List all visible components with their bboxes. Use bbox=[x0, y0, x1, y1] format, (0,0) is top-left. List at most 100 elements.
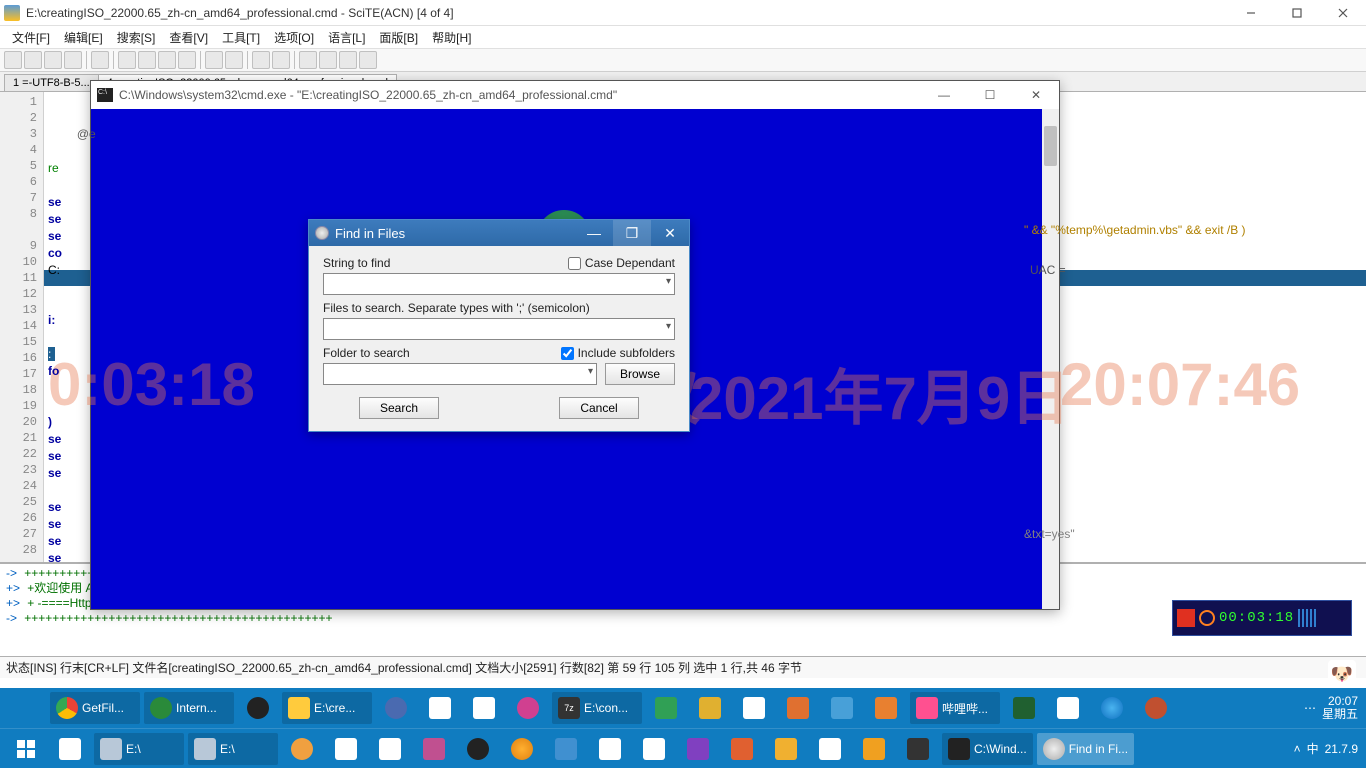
tb-paste[interactable] bbox=[158, 51, 176, 69]
taskbar-drive-2[interactable]: E:\ bbox=[188, 733, 278, 765]
tb-compile[interactable] bbox=[319, 51, 337, 69]
menu-search[interactable]: 搜索[S] bbox=[111, 27, 162, 48]
taskbar-r2-6[interactable] bbox=[590, 733, 630, 765]
case-dependant-checkbox[interactable]: Case Dependant bbox=[568, 256, 675, 270]
menu-options[interactable]: 选项[O] bbox=[268, 27, 320, 48]
cmd-titlebar[interactable]: C:\Windows\system32\cmd.exe - "E:\creati… bbox=[91, 81, 1059, 109]
system-tray[interactable]: ⋯ 20:07 星期五 bbox=[1304, 695, 1366, 721]
taskbar-app-1[interactable] bbox=[376, 692, 416, 724]
taskbar-r2-8[interactable] bbox=[678, 733, 718, 765]
taskbar-app-12[interactable] bbox=[1136, 692, 1176, 724]
taskbar-app-6[interactable] bbox=[690, 692, 730, 724]
search-button[interactable]: Search bbox=[359, 397, 439, 419]
system-tray-2[interactable]: ˄ 中 21.7.9 bbox=[1294, 740, 1366, 757]
taskbar-findinfiles[interactable]: Find in Fi... bbox=[1037, 733, 1134, 765]
tab-1[interactable]: 1 =-UTF8-B-5... bbox=[4, 74, 99, 91]
taskbar-search[interactable] bbox=[502, 733, 542, 765]
cancel-button[interactable]: Cancel bbox=[559, 397, 639, 419]
tb-cut[interactable] bbox=[118, 51, 136, 69]
taskbar-app-3[interactable] bbox=[464, 692, 504, 724]
tb-save[interactable] bbox=[44, 51, 62, 69]
menu-view[interactable]: 查看[V] bbox=[163, 27, 214, 48]
taskbar-obs[interactable] bbox=[238, 692, 278, 724]
taskbar-app-9[interactable] bbox=[822, 692, 862, 724]
notification-icon[interactable] bbox=[6, 688, 46, 728]
cmd-title: C:\Windows\system32\cmd.exe - "E:\creati… bbox=[119, 88, 921, 102]
status-text: 状态[INS] 行末[CR+LF] 文件名[creatingISO_22000.… bbox=[6, 659, 802, 676]
taskbar-r2-1[interactable] bbox=[282, 733, 322, 765]
tb-undo[interactable] bbox=[205, 51, 223, 69]
cmd-maximize[interactable]: ☐ bbox=[967, 81, 1013, 109]
taskbar-app-11[interactable] bbox=[1048, 692, 1088, 724]
taskbar-ie[interactable] bbox=[1092, 692, 1132, 724]
tb-new[interactable] bbox=[4, 51, 22, 69]
taskbar-obs-2[interactable] bbox=[458, 733, 498, 765]
taskbar-app-4[interactable] bbox=[508, 692, 548, 724]
start-button[interactable] bbox=[6, 729, 46, 769]
taskbar-r2-7[interactable] bbox=[634, 733, 674, 765]
taskbar-drive-1[interactable]: E:\ bbox=[94, 733, 184, 765]
taskbar-app-8[interactable] bbox=[778, 692, 818, 724]
taskbar-cmd[interactable]: C:\Wind... bbox=[942, 733, 1033, 765]
taskbar-r2-12[interactable] bbox=[898, 733, 938, 765]
minimize-button[interactable] bbox=[1228, 0, 1274, 26]
case-checkbox-input[interactable] bbox=[568, 257, 581, 270]
find-titlebar[interactable]: Find in Files — ❐ ✕ bbox=[309, 220, 689, 246]
menu-help[interactable]: 帮助[H] bbox=[426, 27, 477, 48]
tb-clear[interactable] bbox=[178, 51, 196, 69]
taskbar-r2-4[interactable] bbox=[414, 733, 454, 765]
taskbar-bilibili[interactable]: 哔哩哔... bbox=[910, 692, 1000, 724]
tb-close[interactable] bbox=[64, 51, 82, 69]
tb-print[interactable] bbox=[91, 51, 109, 69]
maximize-button[interactable] bbox=[1274, 0, 1320, 26]
folder-to-search-input[interactable] bbox=[323, 363, 597, 385]
menu-buffers[interactable]: 面版[B] bbox=[373, 27, 424, 48]
find-close[interactable]: ✕ bbox=[651, 220, 689, 246]
string-to-find-input[interactable] bbox=[323, 273, 675, 295]
taskbar-explorer-1[interactable]: E:\cre... bbox=[282, 692, 372, 724]
find-minimize[interactable]: — bbox=[575, 220, 613, 246]
menu-file[interactable]: 文件[F] bbox=[6, 27, 56, 48]
cmd-close[interactable]: ✕ bbox=[1013, 81, 1059, 109]
assistant-icon[interactable]: 🐶 bbox=[1328, 660, 1356, 688]
browse-button[interactable]: Browse bbox=[605, 363, 675, 385]
taskbar-r2-9[interactable] bbox=[722, 733, 762, 765]
menu-lang[interactable]: 语言[L] bbox=[322, 27, 371, 48]
tb-sep bbox=[113, 51, 114, 69]
record-icon[interactable] bbox=[1177, 609, 1195, 627]
include-checkbox-input[interactable] bbox=[561, 347, 574, 360]
tb-run[interactable] bbox=[299, 51, 317, 69]
tb-sep bbox=[200, 51, 201, 69]
cmd-minimize[interactable]: — bbox=[921, 81, 967, 109]
taskbar-r2-3[interactable] bbox=[370, 733, 410, 765]
menu-edit[interactable]: 编辑[E] bbox=[58, 27, 109, 48]
tb-find[interactable] bbox=[252, 51, 270, 69]
taskbar-chrome[interactable]: GetFil... bbox=[50, 692, 140, 724]
taskbar-app-7[interactable] bbox=[734, 692, 774, 724]
taskbar-r2-11[interactable] bbox=[810, 733, 850, 765]
include-subfolders-checkbox[interactable]: Include subfolders bbox=[561, 346, 675, 360]
taskbar-file-1[interactable] bbox=[50, 733, 90, 765]
taskbar-mpc[interactable] bbox=[866, 692, 906, 724]
tb-build[interactable] bbox=[339, 51, 357, 69]
tb-stop[interactable] bbox=[359, 51, 377, 69]
find-restore[interactable]: ❐ bbox=[613, 220, 651, 246]
taskbar-app-10[interactable] bbox=[1004, 692, 1044, 724]
taskbar-vm[interactable] bbox=[854, 733, 894, 765]
taskbar-r2-10[interactable] bbox=[766, 733, 806, 765]
tb-open[interactable] bbox=[24, 51, 42, 69]
taskbar-r2-2[interactable] bbox=[326, 733, 366, 765]
taskbar-app-5[interactable] bbox=[646, 692, 686, 724]
menu-tools[interactable]: 工具[T] bbox=[216, 27, 266, 48]
recorder-widget[interactable]: 00:03:18 bbox=[1172, 600, 1352, 636]
taskbar-idm[interactable]: Intern... bbox=[144, 692, 234, 724]
tb-replace[interactable] bbox=[272, 51, 290, 69]
taskbar-r2-5[interactable] bbox=[546, 733, 586, 765]
taskbar-app-2[interactable] bbox=[420, 692, 460, 724]
tb-copy[interactable] bbox=[138, 51, 156, 69]
tray-ime[interactable]: 中 bbox=[1307, 740, 1319, 757]
files-to-search-input[interactable] bbox=[323, 318, 675, 340]
close-button[interactable] bbox=[1320, 0, 1366, 26]
taskbar-7z[interactable]: 7zE:\con... bbox=[552, 692, 642, 724]
tb-redo[interactable] bbox=[225, 51, 243, 69]
